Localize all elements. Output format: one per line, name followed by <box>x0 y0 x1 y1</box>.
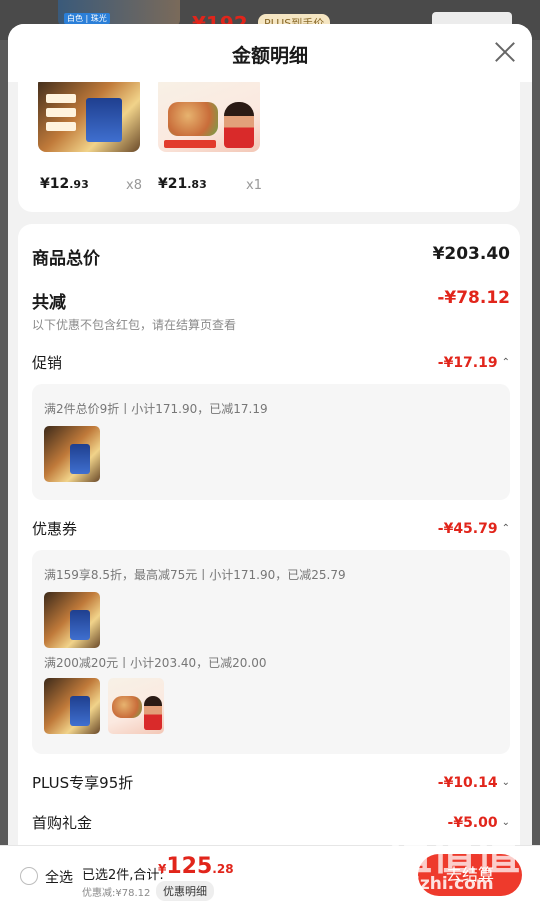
discount-note: 优惠减:¥78.12 <box>82 888 151 899</box>
total-reduce-label: 共减 <box>32 293 66 313</box>
sheet-title: 金额明细 <box>231 45 308 67</box>
product-list-card: ¥12.93 x8 ¥21.83 x1 <box>18 82 520 212</box>
total-price-row: 商品总价 ¥203.40 <box>32 244 510 269</box>
total-reduce-row: 共减 -¥78.12 <box>32 288 510 313</box>
coupon-product-thumbnail <box>44 592 100 648</box>
coupon-row[interactable]: 优惠券 -¥45.79 ⌃ <box>32 518 510 540</box>
total-price-value: ¥203.40 <box>432 244 510 264</box>
first-buy-label: 首购礼金 <box>32 814 93 832</box>
selected-total-label: 已选2件,合计: <box>82 868 164 883</box>
product-price: ¥12.93 <box>40 176 89 192</box>
chevron-up-icon[interactable]: ⌃ <box>502 523 510 534</box>
radio-unchecked-icon[interactable] <box>20 867 38 885</box>
close-icon[interactable] <box>492 39 518 65</box>
coupon-rule-text: 满200减20元丨小计203.40，已减20.00 <box>44 656 267 670</box>
checkout-bar: 全选 已选2件,合计: ¥125.28 优惠减:¥78.12 优惠明细 去结算 <box>0 845 540 903</box>
chevron-down-icon[interactable]: ⌄ <box>502 777 510 788</box>
total-price-label: 商品总价 <box>32 249 100 269</box>
checkout-button[interactable]: 去结算 <box>418 854 522 896</box>
chevron-down-icon[interactable]: ⌄ <box>502 817 510 828</box>
reduce-note: 以下优惠不包含红包，请在结算页查看 <box>32 318 237 332</box>
coupon-product-thumbnail <box>108 678 164 734</box>
amount-detail-card: 商品总价 ¥203.40 共减 -¥78.12 以下优惠不包含红包，请在结算页查… <box>18 224 520 903</box>
select-all-label[interactable]: 全选 <box>45 867 73 887</box>
product-image-cheese <box>38 82 140 152</box>
promotion-value: -¥17.19 <box>437 355 498 371</box>
selected-total-price: ¥125.28 <box>158 854 234 879</box>
promotion-product-thumbnail <box>44 426 100 482</box>
plus-discount-label: PLUS专享95折 <box>32 774 134 792</box>
background-product-thumbnail: 白色 | 珠光 <box>58 0 180 26</box>
promotion-row[interactable]: 促销 -¥17.19 ⌃ <box>32 352 510 374</box>
total-reduce-value: -¥78.12 <box>437 288 510 308</box>
background-thumb-tag: 白色 | 珠光 <box>64 13 110 24</box>
coupon-value: -¥45.79 <box>437 521 498 537</box>
discount-detail-button[interactable]: 优惠明细 <box>156 881 214 901</box>
product-quantity: x1 <box>246 178 262 193</box>
coupon-product-thumbnail <box>44 678 100 734</box>
amount-detail-sheet: 金额明细 ¥12.93 x8 ¥21.83 x1 商品总价 ¥203.40 共减… <box>8 24 532 903</box>
coupon-rule-text: 满159享8.5折，最高减75元丨小计171.90，已减25.79 <box>44 568 346 582</box>
coupon-label: 优惠券 <box>32 520 78 538</box>
product-quantity: x8 <box>126 178 142 193</box>
chevron-up-icon[interactable]: ⌃ <box>502 357 510 368</box>
product-price: ¥21.83 <box>158 176 207 192</box>
coupon-detail-box: 满159享8.5折，最高减75元丨小计171.90，已减25.79 满200减2… <box>32 550 510 754</box>
plus-discount-row[interactable]: PLUS专享95折 -¥10.14 ⌄ <box>32 772 510 794</box>
plus-discount-value: -¥10.14 <box>437 775 498 791</box>
first-buy-row[interactable]: 首购礼金 -¥5.00 ⌄ <box>32 812 510 834</box>
promotion-label: 促销 <box>32 354 63 372</box>
first-buy-value: -¥5.00 <box>447 815 498 831</box>
sheet-header: 金额明细 <box>8 24 532 82</box>
promotion-detail-box: 满2件总价9折丨小计171.90，已减17.19 <box>32 384 510 500</box>
promotion-rule-text: 满2件总价9折丨小计171.90，已减17.19 <box>44 402 268 416</box>
product-image-wrap <box>158 82 260 152</box>
